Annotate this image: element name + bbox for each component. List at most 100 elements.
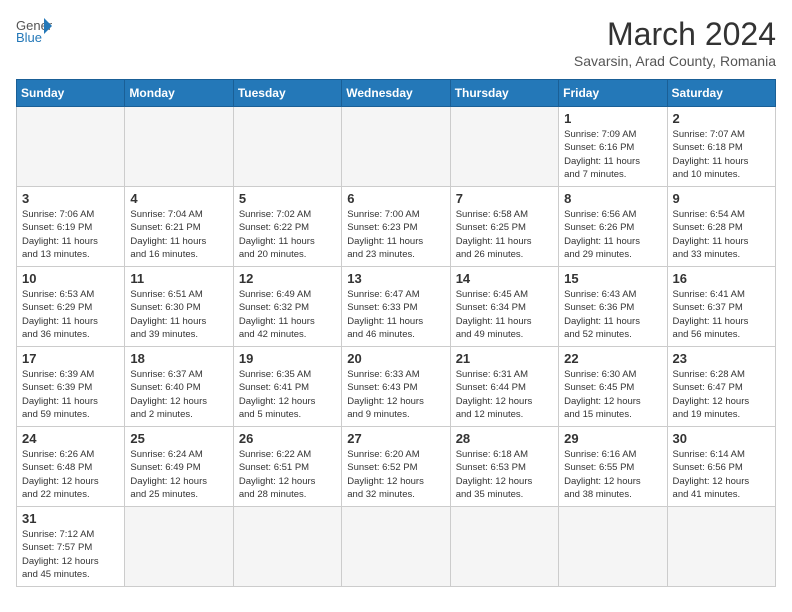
day-cell xyxy=(450,107,558,187)
day-info: Sunrise: 7:12 AM Sunset: 7:57 PM Dayligh… xyxy=(22,528,119,581)
week-row-4: 17Sunrise: 6:39 AM Sunset: 6:39 PM Dayli… xyxy=(17,347,776,427)
week-row-3: 10Sunrise: 6:53 AM Sunset: 6:29 PM Dayli… xyxy=(17,267,776,347)
day-cell: 1 Sunrise: 7:09 AM Sunset: 6:16 PM Daylig… xyxy=(559,107,667,187)
day-cell: 13Sunrise: 6:47 AM Sunset: 6:33 PM Dayli… xyxy=(342,267,450,347)
calendar: SundayMondayTuesdayWednesdayThursdayFrid… xyxy=(16,79,776,587)
day-number: 25 xyxy=(130,431,227,446)
day-number: 10 xyxy=(22,271,119,286)
day-cell: 18Sunrise: 6:37 AM Sunset: 6:40 PM Dayli… xyxy=(125,347,233,427)
day-cell: 21 Sunrise: 6:31 AM Sunset: 6:44 PM Dayli… xyxy=(450,347,558,427)
day-info: Sunrise: 6:16 AM Sunset: 6:55 PM Dayligh… xyxy=(564,448,661,501)
day-number: 12 xyxy=(239,271,336,286)
day-info: Sunrise: 6:51 AM Sunset: 6:30 PM Dayligh… xyxy=(130,288,227,341)
day-number: 1 xyxy=(564,111,661,126)
day-number: 3 xyxy=(22,191,119,206)
day-info: Sunrise: 6:37 AM Sunset: 6:40 PM Dayligh… xyxy=(130,368,227,421)
week-row-5: 24Sunrise: 6:26 AM Sunset: 6:48 PM Dayli… xyxy=(17,427,776,507)
day-cell: 19 Sunrise: 6:35 AM Sunset: 6:41 PM Dayli… xyxy=(233,347,341,427)
day-number: 4 xyxy=(130,191,227,206)
day-number: 6 xyxy=(347,191,444,206)
day-cell: 20 Sunrise: 6:33 AM Sunset: 6:43 PM Dayli… xyxy=(342,347,450,427)
day-cell xyxy=(125,107,233,187)
day-info: Sunrise: 6:30 AM Sunset: 6:45 PM Dayligh… xyxy=(564,368,661,421)
day-number: 8 xyxy=(564,191,661,206)
day-number: 14 xyxy=(456,271,553,286)
day-cell xyxy=(342,107,450,187)
day-number: 20 xyxy=(347,351,444,366)
day-info: Sunrise: 7:07 AM Sunset: 6:18 PM Dayligh… xyxy=(673,128,770,181)
day-info: Sunrise: 6:35 AM Sunset: 6:41 PM Dayligh… xyxy=(239,368,336,421)
day-number: 26 xyxy=(239,431,336,446)
day-number: 19 xyxy=(239,351,336,366)
day-info: Sunrise: 6:18 AM Sunset: 6:53 PM Dayligh… xyxy=(456,448,553,501)
day-info: Sunrise: 7:02 AM Sunset: 6:22 PM Dayligh… xyxy=(239,208,336,261)
subtitle: Savarsin, Arad County, Romania xyxy=(574,53,776,69)
day-info: Sunrise: 6:31 AM Sunset: 6:44 PM Dayligh… xyxy=(456,368,553,421)
day-cell: 10Sunrise: 6:53 AM Sunset: 6:29 PM Dayli… xyxy=(17,267,125,347)
weekday-header-saturday: Saturday xyxy=(667,80,775,107)
day-number: 29 xyxy=(564,431,661,446)
day-cell: 27Sunrise: 6:20 AM Sunset: 6:52 PM Dayli… xyxy=(342,427,450,507)
day-number: 27 xyxy=(347,431,444,446)
day-cell xyxy=(450,507,558,587)
day-cell xyxy=(559,507,667,587)
day-info: Sunrise: 7:04 AM Sunset: 6:21 PM Dayligh… xyxy=(130,208,227,261)
day-info: Sunrise: 6:49 AM Sunset: 6:32 PM Dayligh… xyxy=(239,288,336,341)
day-cell: 6Sunrise: 7:00 AM Sunset: 6:23 PM Daylig… xyxy=(342,187,450,267)
day-info: Sunrise: 6:33 AM Sunset: 6:43 PM Dayligh… xyxy=(347,368,444,421)
day-cell: 2 Sunrise: 7:07 AM Sunset: 6:18 PM Daylig… xyxy=(667,107,775,187)
weekday-header-thursday: Thursday xyxy=(450,80,558,107)
title-area: March 2024 Savarsin, Arad County, Romani… xyxy=(574,16,776,69)
day-cell: 9 Sunrise: 6:54 AM Sunset: 6:28 PM Daylig… xyxy=(667,187,775,267)
day-number: 13 xyxy=(347,271,444,286)
day-cell: 17Sunrise: 6:39 AM Sunset: 6:39 PM Dayli… xyxy=(17,347,125,427)
day-cell: 8 Sunrise: 6:56 AM Sunset: 6:26 PM Daylig… xyxy=(559,187,667,267)
day-cell xyxy=(342,507,450,587)
day-info: Sunrise: 6:28 AM Sunset: 6:47 PM Dayligh… xyxy=(673,368,770,421)
day-info: Sunrise: 6:54 AM Sunset: 6:28 PM Dayligh… xyxy=(673,208,770,261)
day-cell: 11 Sunrise: 6:51 AM Sunset: 6:30 PM Dayli… xyxy=(125,267,233,347)
day-info: Sunrise: 6:24 AM Sunset: 6:49 PM Dayligh… xyxy=(130,448,227,501)
day-number: 2 xyxy=(673,111,770,126)
day-info: Sunrise: 7:06 AM Sunset: 6:19 PM Dayligh… xyxy=(22,208,119,261)
weekday-header-row: SundayMondayTuesdayWednesdayThursdayFrid… xyxy=(17,80,776,107)
header: General Blue March 2024 Savarsin, Arad C… xyxy=(16,16,776,69)
day-info: Sunrise: 6:58 AM Sunset: 6:25 PM Dayligh… xyxy=(456,208,553,261)
day-cell: 14 Sunrise: 6:45 AM Sunset: 6:34 PM Dayli… xyxy=(450,267,558,347)
weekday-header-tuesday: Tuesday xyxy=(233,80,341,107)
day-cell: 15 Sunrise: 6:43 AM Sunset: 6:36 PM Dayli… xyxy=(559,267,667,347)
day-cell: 24Sunrise: 6:26 AM Sunset: 6:48 PM Dayli… xyxy=(17,427,125,507)
day-cell: 23Sunrise: 6:28 AM Sunset: 6:47 PM Dayli… xyxy=(667,347,775,427)
day-number: 30 xyxy=(673,431,770,446)
day-number: 11 xyxy=(130,271,227,286)
week-row-2: 3 Sunrise: 7:06 AM Sunset: 6:19 PM Daylig… xyxy=(17,187,776,267)
day-number: 22 xyxy=(564,351,661,366)
day-info: Sunrise: 7:09 AM Sunset: 6:16 PM Dayligh… xyxy=(564,128,661,181)
day-number: 21 xyxy=(456,351,553,366)
day-cell xyxy=(233,107,341,187)
day-cell: 25 Sunrise: 6:24 AM Sunset: 6:49 PM Dayli… xyxy=(125,427,233,507)
day-info: Sunrise: 6:56 AM Sunset: 6:26 PM Dayligh… xyxy=(564,208,661,261)
day-cell: 4 Sunrise: 7:04 AM Sunset: 6:21 PM Daylig… xyxy=(125,187,233,267)
day-number: 17 xyxy=(22,351,119,366)
day-info: Sunrise: 6:26 AM Sunset: 6:48 PM Dayligh… xyxy=(22,448,119,501)
day-info: Sunrise: 6:14 AM Sunset: 6:56 PM Dayligh… xyxy=(673,448,770,501)
day-number: 16 xyxy=(673,271,770,286)
day-number: 15 xyxy=(564,271,661,286)
day-info: Sunrise: 6:43 AM Sunset: 6:36 PM Dayligh… xyxy=(564,288,661,341)
day-info: Sunrise: 6:45 AM Sunset: 6:34 PM Dayligh… xyxy=(456,288,553,341)
logo: General Blue xyxy=(16,16,52,44)
day-cell xyxy=(667,507,775,587)
logo-icon: General Blue xyxy=(16,16,52,44)
day-number: 31 xyxy=(22,511,119,526)
day-cell xyxy=(233,507,341,587)
day-info: Sunrise: 6:22 AM Sunset: 6:51 PM Dayligh… xyxy=(239,448,336,501)
day-cell: 12 Sunrise: 6:49 AM Sunset: 6:32 PM Dayli… xyxy=(233,267,341,347)
day-number: 28 xyxy=(456,431,553,446)
day-cell: 3 Sunrise: 7:06 AM Sunset: 6:19 PM Daylig… xyxy=(17,187,125,267)
svg-text:Blue: Blue xyxy=(16,30,42,44)
day-cell: 31 Sunrise: 7:12 AM Sunset: 7:57 PM Dayli… xyxy=(17,507,125,587)
day-number: 9 xyxy=(673,191,770,206)
day-cell: 29 Sunrise: 6:16 AM Sunset: 6:55 PM Dayli… xyxy=(559,427,667,507)
day-cell: 5Sunrise: 7:02 AM Sunset: 6:22 PM Daylig… xyxy=(233,187,341,267)
